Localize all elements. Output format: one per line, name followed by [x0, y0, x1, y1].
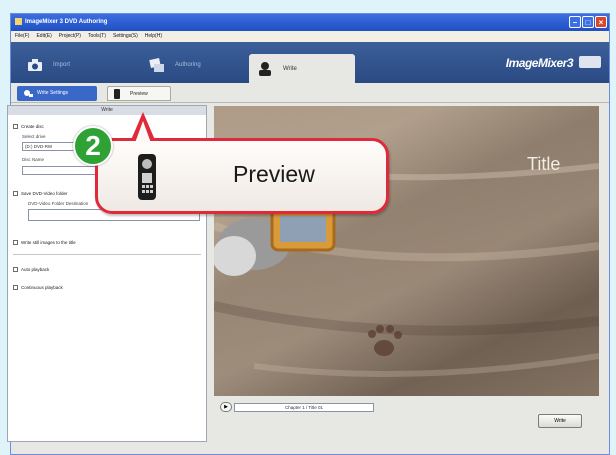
preview-controls: ▶ Chapter 1 / Title 01 Write — [214, 398, 599, 442]
authoring-icon — [147, 56, 167, 74]
write-settings-icon — [24, 90, 33, 97]
close-button[interactable]: × — [595, 16, 607, 28]
select-drive-label: Select drive — [22, 134, 46, 139]
remote-control-icon — [114, 89, 120, 99]
disc-name-label: Disc Name — [22, 157, 45, 162]
save-folder-checkbox[interactable]: Save DVD-Video folder — [13, 191, 67, 196]
menu-tools[interactable]: Tools(T) — [88, 31, 106, 42]
tab-write[interactable]: Write — [249, 54, 355, 83]
save-folder-label: Save DVD-Video folder — [21, 191, 68, 196]
tab-authoring-label: Authoring — [175, 61, 201, 68]
tab-write-label: Write — [283, 65, 297, 72]
title-bar: ImageMixer 3 DVD Authoring – □ × — [11, 14, 609, 31]
checkbox-box[interactable] — [13, 285, 18, 290]
checkbox-box[interactable] — [13, 191, 18, 196]
remote-control-icon — [138, 154, 156, 200]
continuous-playback-label: Continuous playback — [21, 285, 63, 290]
tab-import[interactable]: Import — [19, 51, 139, 78]
tab-write-settings[interactable]: Write Settings — [17, 86, 97, 101]
auto-playback-label: Auto playback — [21, 267, 50, 272]
callout-label: Preview — [233, 161, 315, 187]
sub-tab-bar: Write Settings Preview — [11, 83, 609, 103]
destination-label: DVD-Video Folder Destination — [28, 201, 89, 206]
menu-settings[interactable]: Settings(S) — [113, 31, 138, 42]
menu-project[interactable]: Project(P) — [59, 31, 81, 42]
continuous-playback-checkbox[interactable]: Continuous playback — [13, 285, 63, 290]
tab-import-label: Import — [53, 61, 71, 68]
app-icon — [15, 17, 22, 25]
tab-write-settings-label: Write Settings — [37, 90, 69, 96]
menu-file[interactable]: File(F) — [15, 31, 29, 42]
step-number-badge: 2 — [73, 126, 113, 166]
preview-callout: Preview — [95, 138, 389, 214]
write-still-label: Write still images to the title — [21, 240, 76, 245]
tab-preview-label: Preview — [130, 91, 148, 97]
menu-bar: File(F) Edit(E) Project(P) Tools(T) Sett… — [11, 31, 609, 42]
play-button[interactable]: ▶ — [220, 402, 232, 412]
maximize-button[interactable]: □ — [582, 16, 594, 28]
mode-toolbar: Import Authoring Write ImageMixer3 — [11, 42, 609, 83]
tab-authoring[interactable]: Authoring — [141, 51, 251, 78]
menu-help[interactable]: Help(H) — [145, 31, 162, 42]
divider — [13, 254, 201, 255]
menu-edit[interactable]: Edit(E) — [36, 31, 51, 42]
create-disc-checkbox[interactable]: Create disc — [13, 124, 44, 129]
write-still-checkbox[interactable]: Write still images to the title — [13, 240, 76, 245]
help-button[interactable] — [579, 56, 601, 68]
auto-playback-checkbox[interactable]: Auto playback — [13, 267, 49, 272]
camera-icon — [25, 56, 45, 74]
checkbox-box[interactable] — [13, 267, 18, 272]
write-button[interactable]: Write — [538, 414, 582, 428]
callout-pointer-fill — [135, 121, 151, 143]
panel-header: Write — [8, 106, 206, 115]
checkbox-box[interactable] — [13, 240, 18, 245]
window-title: ImageMixer 3 DVD Authoring — [25, 19, 108, 25]
brand-logo: ImageMixer3 — [505, 56, 574, 70]
menu-title-text: Title — [527, 154, 561, 174]
chapter-indicator: Chapter 1 / Title 01 — [234, 403, 374, 412]
tab-preview[interactable]: Preview — [107, 86, 171, 101]
window-controls: – □ × — [569, 16, 607, 28]
disc-writer-icon — [255, 60, 275, 78]
checkbox-box[interactable] — [13, 124, 18, 129]
minimize-button[interactable]: – — [569, 16, 581, 28]
create-disc-label: Create disc — [21, 124, 44, 129]
